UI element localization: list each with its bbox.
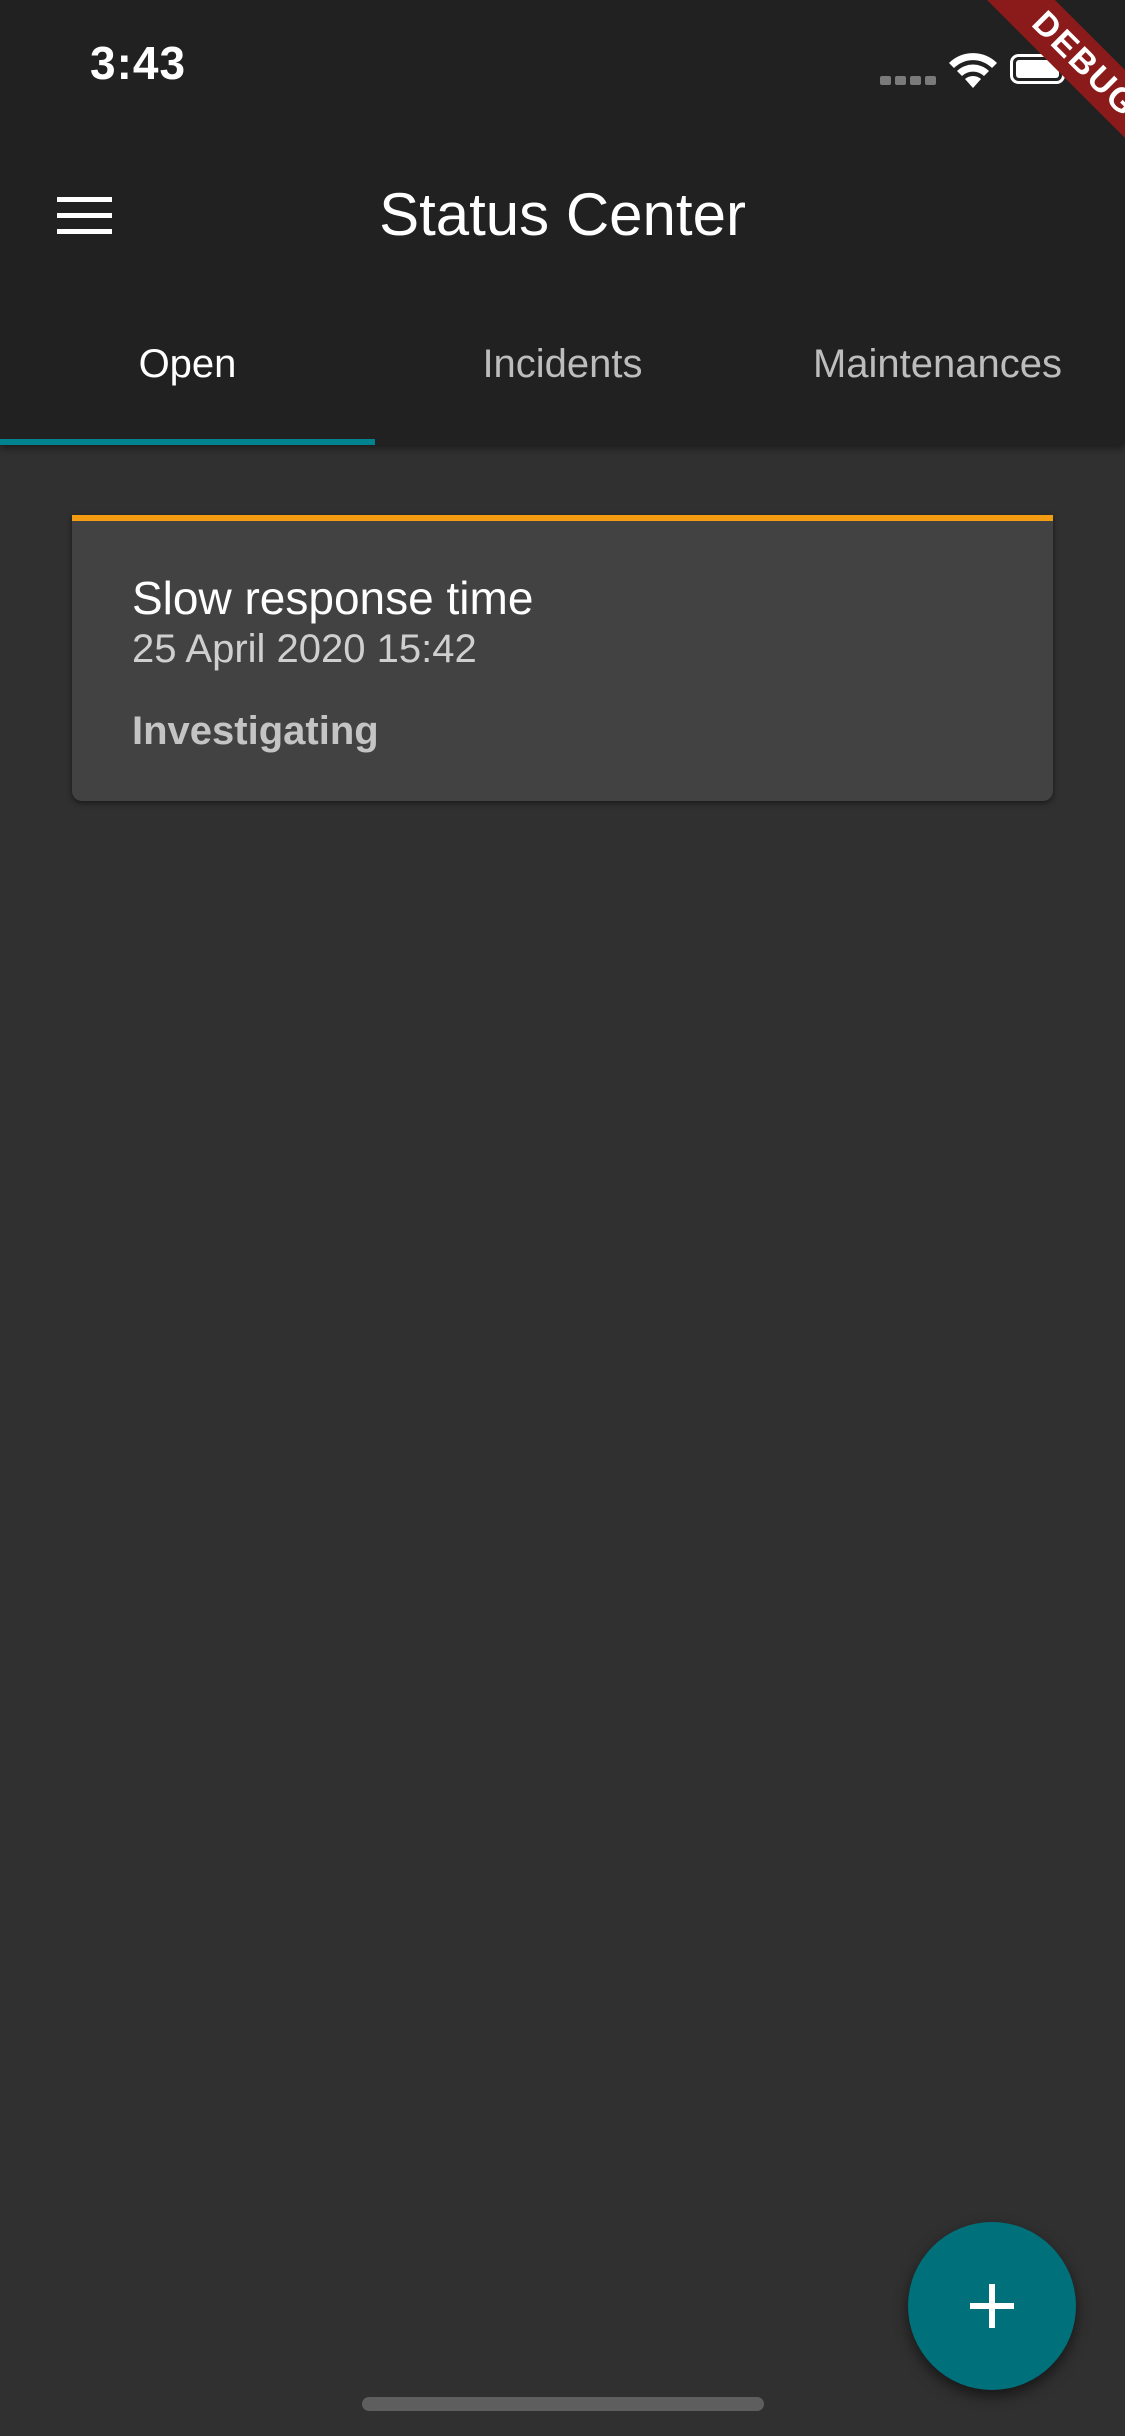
incident-card[interactable]: Slow response time 25 April 2020 15:42 I…	[72, 515, 1053, 801]
incident-title: Slow response time	[132, 572, 534, 624]
add-incident-button[interactable]	[908, 2222, 1076, 2390]
plus-icon	[970, 2284, 1014, 2328]
page-title: Status Center	[379, 181, 746, 248]
home-indicator[interactable]	[362, 2397, 764, 2411]
incident-status: Investigating	[132, 709, 379, 753]
incident-date: 25 April 2020 15:42	[132, 627, 477, 671]
tab-incidents[interactable]: Incidents	[375, 310, 750, 445]
status-bar-time: 3:43	[90, 37, 187, 89]
cellular-signal-icon	[880, 76, 936, 86]
tab-maintenances[interactable]: Maintenances	[750, 310, 1125, 445]
tab-bar: Open Incidents Maintenances	[0, 310, 1125, 445]
debug-banner: DEBUG	[945, 0, 1125, 180]
debug-banner-label: DEBUG	[976, 0, 1125, 173]
tab-open[interactable]: Open	[0, 310, 375, 445]
